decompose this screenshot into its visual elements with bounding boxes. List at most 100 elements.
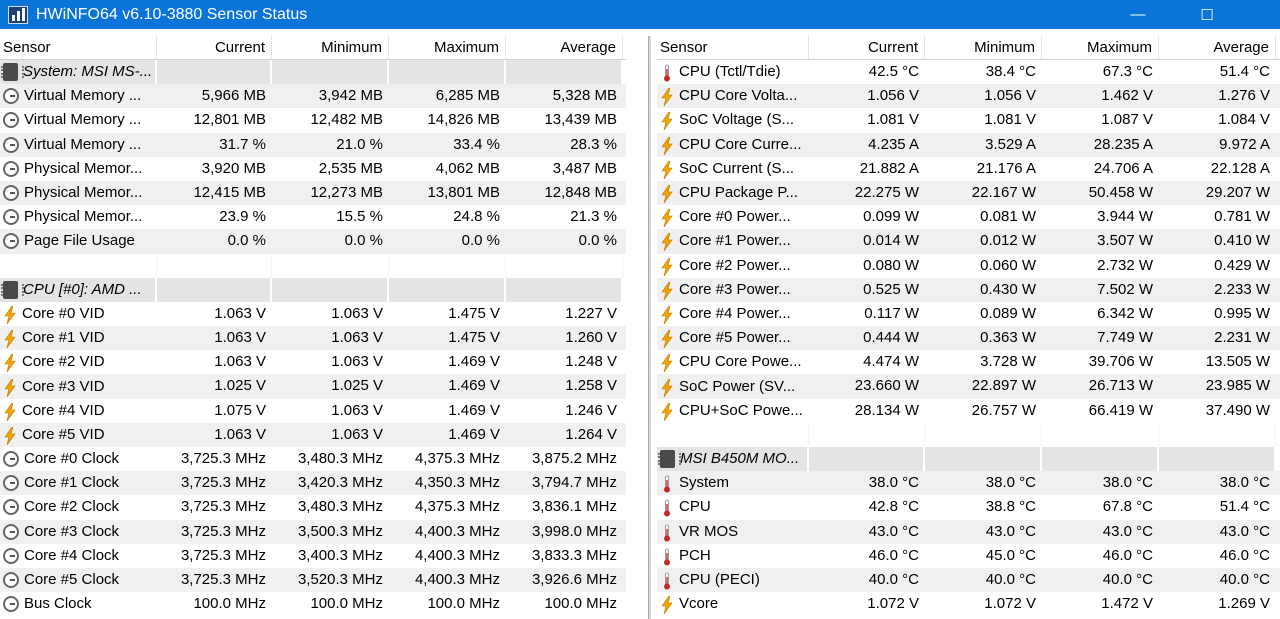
column-header-maximum[interactable]: Maximum	[1042, 36, 1159, 59]
average-value: 1.269 V	[1218, 595, 1270, 613]
sensor-name-cell: CPU Package P...	[657, 181, 809, 205]
sensor-name: Core #4 Power...	[679, 304, 791, 322]
sensor-row[interactable]: Virtual Memory ... 5,966 MB 3,942 MB 6,285 …	[0, 84, 626, 109]
bolt-icon	[660, 160, 674, 180]
sensor-row[interactable]: Core #1 VID 1.063 V 1.063 V 1.475 V 1.260 V	[0, 326, 626, 351]
sensor-row[interactable]: SoC Power (SV... 23.660 W 22.897 W 26.713 W…	[657, 374, 1280, 399]
sensor-row[interactable]: Physical Memor... 3,920 MB 2,535 MB 4,062 M…	[0, 157, 626, 181]
maximum-value: 4,400.3 MHz	[414, 546, 500, 564]
sensor-name-cell: CPU Core Volta...	[657, 84, 809, 108]
maximum-value: 1.475 V	[448, 304, 500, 322]
maximum-value: 4,375.3 MHz	[414, 498, 500, 516]
minimum-value: 100.0 MHz	[310, 595, 383, 613]
sensor-name-cell: Physical Memor...	[0, 181, 157, 205]
sensor-row[interactable]: CPU Package P... 22.275 W 22.167 W 50.458 W…	[657, 180, 1280, 206]
sensor-row[interactable]: Core #2 Power... 0.080 W 0.060 W 2.732 W 0.4…	[657, 254, 1280, 278]
sensor-name: Core #0 VID	[22, 304, 105, 322]
minimum-value: 22.897 W	[971, 377, 1036, 395]
maximize-button[interactable]: ☐	[1184, 0, 1230, 29]
sensor-row[interactable]: SoC Voltage (S... 1.081 V 1.081 V 1.087 V 1.…	[657, 108, 1280, 132]
sensor-row[interactable]: Core #4 Clock 3,725.3 MHz 3,400.3 MHz 4,400…	[0, 544, 626, 568]
column-header-average[interactable]: Average	[506, 36, 623, 59]
current-value: 22.275 W	[854, 183, 919, 201]
column-header-sensor[interactable]: Sensor	[657, 36, 809, 59]
sensor-name-cell: CPU+SoC Powe...	[657, 399, 809, 423]
column-header-sensor[interactable]: Sensor	[0, 36, 157, 59]
sensor-row[interactable]: Core #5 Clock 3,725.3 MHz 3,520.3 MHz 4,400…	[0, 567, 626, 593]
column-header-minimum[interactable]: Minimum	[272, 36, 389, 59]
sensor-row[interactable]: Physical Memor... 23.9 % 15.5 % 24.8 % 21.3 …	[0, 205, 626, 229]
sensor-row[interactable]: Page File Usage 0.0 % 0.0 % 0.0 % 0.0 %	[0, 229, 626, 254]
sensor-row[interactable]: Core #1 Clock 3,725.3 MHz 3,420.3 MHz 4,350…	[0, 471, 626, 496]
sensor-row[interactable]: PCH 46.0 °C 45.0 °C 46.0 °C 46.0 °C	[657, 544, 1280, 568]
column-header-maximum[interactable]: Maximum	[389, 36, 506, 59]
column-header-minimum[interactable]: Minimum	[925, 36, 1042, 59]
sensor-row[interactable]: Core #3 Clock 3,725.3 MHz 3,500.3 MHz 4,400…	[0, 519, 626, 544]
minimum-value: 45.0 °C	[985, 546, 1036, 564]
sensor-row[interactable]: CPU Core Volta... 1.056 V 1.056 V 1.462 V 1.…	[657, 84, 1280, 109]
column-header-current[interactable]: Current	[157, 36, 272, 59]
current-value: 1.072 V	[867, 595, 919, 613]
average-value: 12,848 MB	[544, 183, 617, 201]
sensor-name: Virtual Memory ...	[24, 135, 142, 153]
current-value: 31.7 %	[219, 135, 266, 153]
sensor-row[interactable]: Vcore 1.072 V 1.072 V 1.472 V 1.269 V	[657, 592, 1280, 616]
column-header-average[interactable]: Average	[1159, 36, 1276, 59]
maximum-value	[1042, 447, 1159, 472]
maximum-value: 3.944 W	[1097, 208, 1153, 226]
sensor-row[interactable]: Core #1 Power... 0.014 W 0.012 W 3.507 W 0.4…	[657, 229, 1280, 254]
sensor-row[interactable]: Core #3 Power... 0.525 W 0.430 W 7.502 W 2.2…	[657, 277, 1280, 302]
sensor-row[interactable]: CPU+SoC Powe... 28.134 W 26.757 W 66.419 W 3…	[657, 399, 1280, 423]
minimum-value: 3.728 W	[980, 353, 1036, 371]
sensor-row[interactable]: Core #3 VID 1.025 V 1.025 V 1.469 V 1.258 V	[0, 374, 626, 399]
sensor-row[interactable]: CPU (PECI) 40.0 °C 40.0 °C 40.0 °C 40.0 °C	[657, 567, 1280, 593]
sensor-name: Core #1 Clock	[24, 474, 120, 492]
sensor-row[interactable]: CPU 42.8 °C 38.8 °C 67.8 °C 51.4 °C	[657, 495, 1280, 519]
sensor-row[interactable]: Core #2 VID 1.063 V 1.063 V 1.469 V 1.248 V	[0, 350, 626, 374]
maximum-value: 43.0 °C	[1102, 522, 1153, 540]
sensor-row[interactable]: Core #0 Clock 3,725.3 MHz 3,480.3 MHz 4,375…	[0, 447, 626, 471]
sensor-row[interactable]: VR MOS 43.0 °C 43.0 °C 43.0 °C 43.0 °C	[657, 519, 1280, 544]
sensor-group-row[interactable]: CPU [#0]: AMD ...	[0, 277, 626, 302]
minimize-button[interactable]: —	[1115, 0, 1161, 29]
sensor-row[interactable]: CPU Core Powe... 4.474 W 3.728 W 39.706 W 13…	[657, 350, 1280, 374]
bolt-icon	[660, 402, 674, 421]
current-value: 100.0 MHz	[193, 595, 266, 613]
sensor-row[interactable]: Virtual Memory ... 31.7 % 21.0 % 33.4 % 28.3…	[0, 132, 626, 157]
sensor-row[interactable]: Physical Memor... 12,415 MB 12,273 MB 13,80…	[0, 180, 626, 206]
left-sensor-table: Sensor Current Minimum Maximum Average S…	[0, 36, 626, 616]
sensor-row[interactable]: Core #4 Power... 0.117 W 0.089 W 6.342 W 0.9…	[657, 302, 1280, 326]
maximum-value: 1.475 V	[448, 329, 500, 347]
minimum-value: 22.167 W	[971, 183, 1036, 201]
sensor-row[interactable]: System 38.0 °C 38.0 °C 38.0 °C 38.0 °C	[657, 471, 1280, 496]
sensor-row[interactable]: Core #0 Power... 0.099 W 0.081 W 3.944 W 0.7…	[657, 205, 1280, 229]
sensor-row[interactable]: Core #2 Clock 3,725.3 MHz 3,480.3 MHz 4,375…	[0, 495, 626, 519]
sensor-name-cell: Core #1 Clock	[0, 471, 157, 495]
average-value: 43.0 °C	[1219, 522, 1270, 540]
clock-icon	[3, 233, 19, 250]
average-value: 3,794.7 MHz	[531, 474, 617, 492]
pane-splitter[interactable]	[648, 36, 651, 619]
sensor-row[interactable]: CPU Core Curre... 4.235 A 3.529 A 28.235 A 9…	[657, 132, 1280, 157]
sensor-row[interactable]: Core #0 VID 1.063 V 1.063 V 1.475 V 1.227 V	[0, 302, 626, 326]
sensor-row[interactable]: Core #5 VID 1.063 V 1.063 V 1.469 V 1.264 V	[0, 422, 626, 447]
average-value: 0.429 W	[1214, 256, 1270, 274]
sensor-row[interactable]: Virtual Memory ... 12,801 MB 12,482 MB 14,8…	[0, 108, 626, 132]
average-value: 9.972 A	[1219, 135, 1270, 153]
sensor-name-cell: System: MSI MS-...	[0, 60, 157, 85]
sensor-name: SoC Current (S...	[679, 159, 795, 177]
maximum-value	[389, 277, 506, 302]
sensor-row[interactable]: CPU (Tctl/Tdie) 42.5 °C 38.4 °C 67.3 °C 51.4…	[657, 60, 1280, 84]
minimum-value: 1.025 V	[331, 377, 383, 395]
sensor-row[interactable]: Core #5 Power... 0.444 W 0.363 W 7.749 W 2.2…	[657, 326, 1280, 351]
maximum-value: 7.749 W	[1097, 329, 1153, 347]
sensor-group-row[interactable]: MSI B450M MO...	[657, 447, 1280, 472]
sensor-row[interactable]: SoC Current (S... 21.882 A 21.176 A 24.706 …	[657, 157, 1280, 181]
sensor-row[interactable]: Core #4 VID 1.075 V 1.063 V 1.469 V 1.246 V	[0, 399, 626, 423]
minimum-value: 38.4 °C	[985, 63, 1036, 80]
sensor-row[interactable]: Bus Clock 100.0 MHz 100.0 MHz 100.0 MHz 100.…	[0, 592, 626, 616]
column-header-current[interactable]: Current	[809, 36, 925, 59]
window-title: HWiNFO64 v6.10-3880 Sensor Status	[36, 5, 308, 23]
sensor-group-row[interactable]: System: MSI MS-...	[0, 60, 626, 85]
current-value: 3,920 MB	[201, 159, 266, 177]
